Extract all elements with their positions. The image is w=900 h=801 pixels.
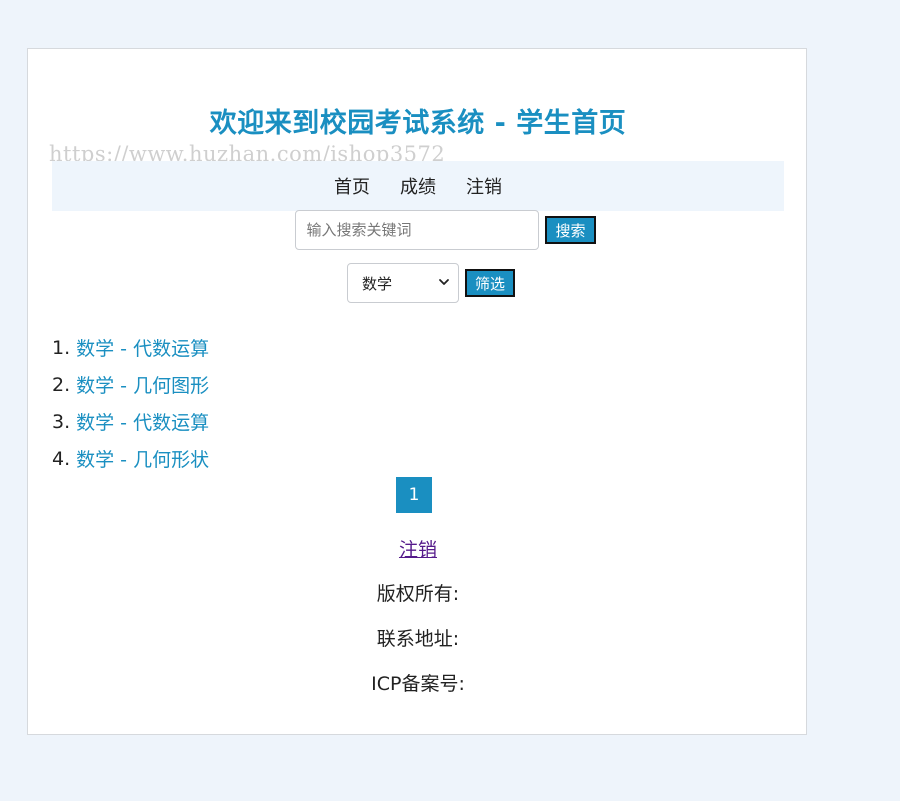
top-nav: 首页 成绩 注销 [52, 161, 784, 211]
filter-bar: 数学 筛选 [28, 263, 808, 303]
list-item: 4. 数学 - 几何形状 [52, 440, 209, 477]
footer-copyright: 版权所有: [376, 583, 460, 605]
chevron-down-icon [439, 279, 449, 285]
list-item-number: 4. [52, 447, 71, 470]
page-title: 欢迎来到校园考试系统 - 学生首页 [209, 108, 627, 139]
logout-link-row: 注销 [28, 535, 808, 562]
list-item-number: 1. [52, 336, 71, 359]
footer-address: 联系地址: [376, 628, 460, 650]
filter-button[interactable]: 筛选 [464, 269, 515, 297]
search-button[interactable]: 搜索 [545, 216, 596, 244]
nav-logout-link[interactable]: 注销 [466, 173, 502, 199]
nav-home-link[interactable]: 首页 [334, 173, 370, 199]
nav-scores-link[interactable]: 成绩 [400, 173, 436, 199]
subject-select-value: 数学 [361, 274, 392, 293]
list-item-number: 2. [52, 373, 71, 396]
exam-link[interactable]: 数学 - 几何形状 [76, 445, 209, 472]
search-input[interactable] [295, 210, 540, 250]
logout-link[interactable]: 注销 [399, 539, 437, 561]
subject-select[interactable]: 数学 [346, 263, 459, 303]
main-card: 欢迎来到校园考试系统 - 学生首页 https://www.huzhan.com… [27, 48, 807, 735]
search-bar: 搜索 [28, 210, 808, 250]
exam-link[interactable]: 数学 - 代数运算 [76, 334, 209, 361]
exam-link[interactable]: 数学 - 几何图形 [76, 371, 209, 398]
pagination-page-button[interactable]: 1 [396, 477, 432, 513]
list-item: 1. 数学 - 代数运算 [52, 329, 209, 366]
exam-list: 1. 数学 - 代数运算 2. 数学 - 几何图形 3. 数学 - 代数运算 4… [52, 329, 209, 477]
list-item-number: 3. [52, 410, 71, 433]
list-item: 2. 数学 - 几何图形 [52, 366, 209, 403]
footer-icp: ICP备案号: [371, 673, 465, 695]
exam-link[interactable]: 数学 - 代数运算 [76, 408, 209, 435]
list-item: 3. 数学 - 代数运算 [52, 403, 209, 440]
